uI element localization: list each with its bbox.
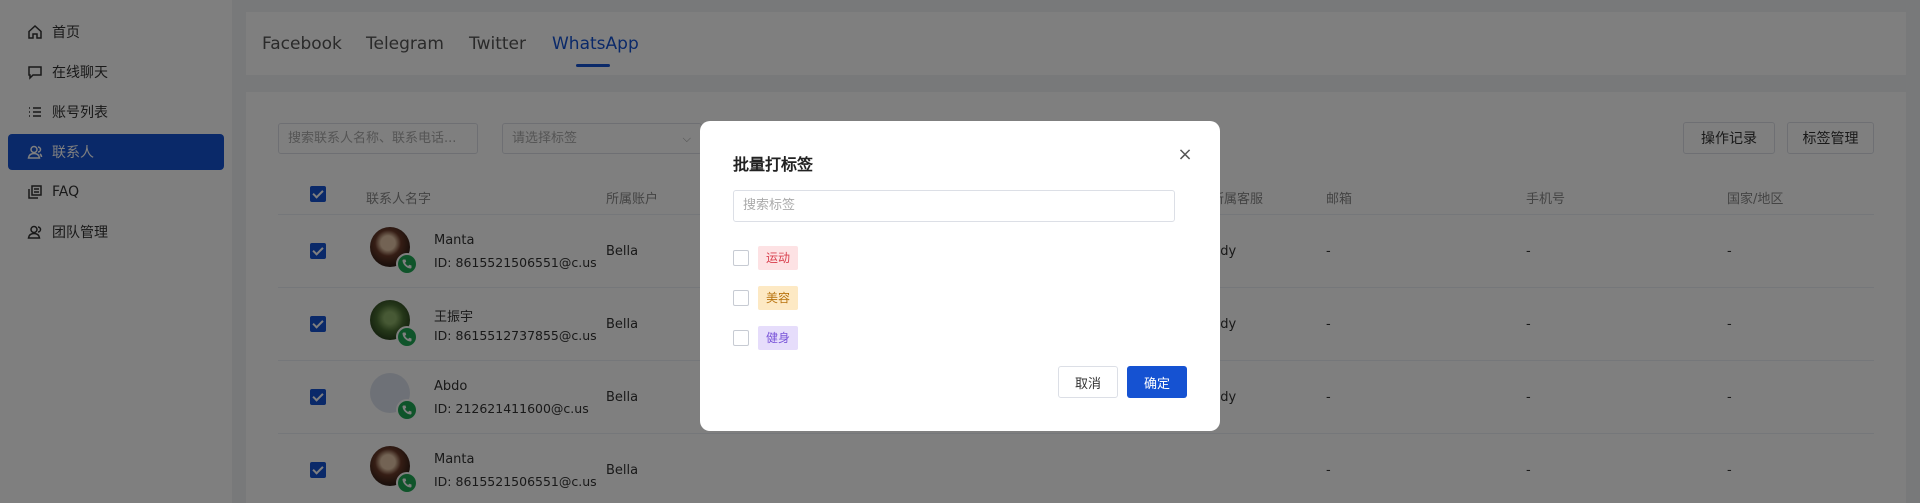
tag-option[interactable]: 美容 [733, 286, 799, 310]
tag-checkbox[interactable] [733, 250, 749, 266]
tag-option[interactable]: 健身 [733, 326, 799, 350]
tag-checkbox[interactable] [733, 290, 749, 306]
confirm-button[interactable]: 确定 [1127, 366, 1187, 398]
dialog-title: 批量打标签 [733, 155, 814, 174]
tag-chip-beauty: 美容 [758, 286, 799, 310]
tag-checkbox[interactable] [733, 330, 749, 346]
tag-chip-sport: 运动 [758, 246, 799, 270]
tag-search-input[interactable]: 搜索标签 [733, 190, 1175, 222]
tag-chip-fitness: 健身 [758, 326, 799, 350]
close-icon[interactable]: × [1177, 146, 1193, 164]
cancel-button[interactable]: 取消 [1058, 366, 1118, 398]
tag-option[interactable]: 运动 [733, 246, 799, 270]
batch-tag-dialog: 批量打标签 × 搜索标签 运动 美容 健身 取消 确定 [700, 121, 1220, 431]
